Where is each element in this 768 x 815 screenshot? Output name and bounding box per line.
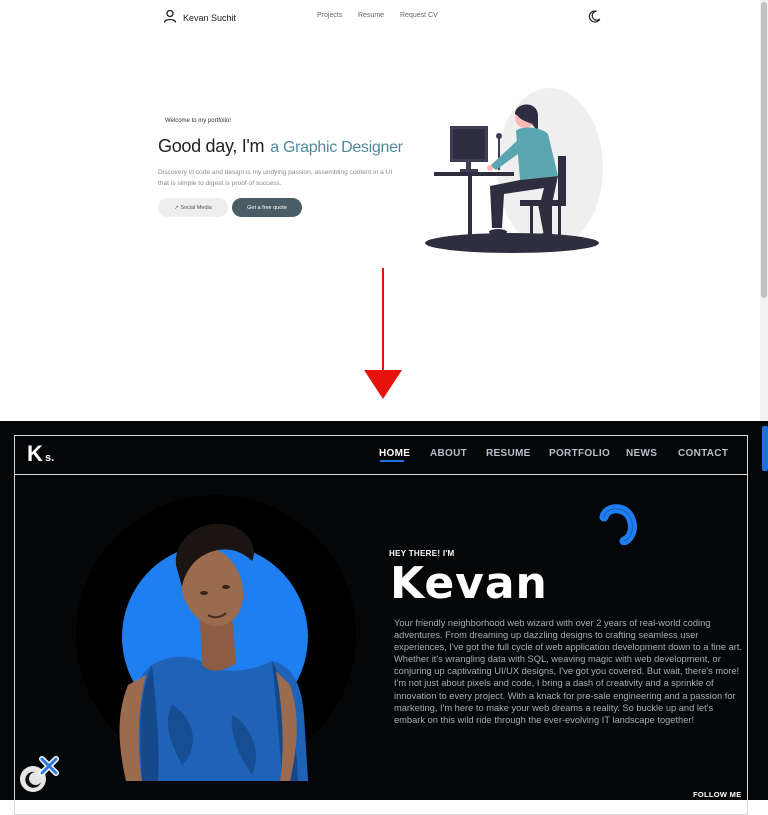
profile-photo (119, 523, 308, 781)
logo-suffix[interactable]: s. (45, 452, 54, 464)
user-icon (163, 9, 177, 23)
new-portfolio-screenshot: K s. HOME ABOUT RESUME PORTFOLIO NEWS CO… (0, 421, 768, 815)
nav-contact[interactable]: CONTACT (678, 448, 728, 459)
scrollbar[interactable] (760, 0, 768, 421)
decorative-swirl-icon (599, 504, 637, 545)
hero-bio: Your friendly neighborhood web wizard wi… (394, 618, 743, 725)
nav-portfolio[interactable]: PORTFOLIO (549, 448, 610, 459)
top-navbar: Kevan Suchit Projects Resume Request CV (0, 0, 768, 36)
nav-request-cv[interactable]: Request CV (400, 12, 438, 19)
designer-at-desk-illustration (425, 88, 603, 253)
follow-me-link[interactable]: FOLLOW ME (693, 790, 742, 799)
social-media-button[interactable]: ↗ Social Media (158, 198, 228, 217)
nav-resume[interactable]: Resume (358, 12, 384, 19)
old-portfolio-screenshot: Kevan Suchit Projects Resume Request CV … (0, 0, 768, 421)
greeting-text: Good day, I'm (158, 136, 265, 156)
nav-news[interactable]: NEWS (626, 448, 657, 459)
nav-home[interactable]: HOME (379, 448, 410, 459)
close-icon[interactable] (38, 755, 60, 777)
role-text: a Graphic Designer (270, 139, 403, 156)
hero-description: Discovery in code and design is my undyi… (158, 169, 393, 187)
scrollbar-thumb[interactable] (761, 2, 767, 298)
nav-about[interactable]: ABOUT (430, 448, 467, 459)
hero-heading: Good day, I'm a Graphic Designer (158, 136, 403, 157)
nav-resume[interactable]: RESUME (486, 448, 531, 459)
brand-name[interactable]: Kevan Suchit (183, 13, 236, 23)
nav-active-indicator (380, 460, 404, 462)
moon-icon[interactable] (588, 10, 601, 23)
down-arrow-icon (364, 268, 402, 399)
navbar-divider (14, 474, 748, 475)
logo-letter[interactable]: K (27, 441, 43, 467)
hero-eyebrow: HEY THERE! I'M (389, 549, 455, 558)
scrollbar-thumb[interactable] (762, 426, 768, 471)
nav-projects[interactable]: Projects (317, 12, 342, 19)
hero-name: Kevan (390, 558, 548, 609)
free-quote-button[interactable]: Get a free quote (232, 198, 302, 217)
welcome-text: Welcome to my portfolio! (165, 118, 231, 124)
